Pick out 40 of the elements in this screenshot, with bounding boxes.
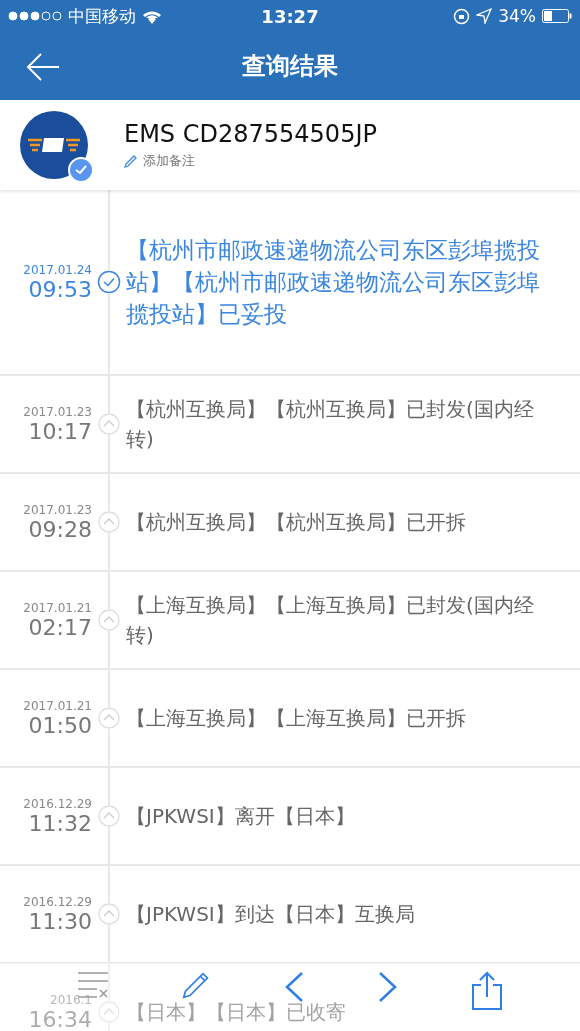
event-time: 11:32 bbox=[28, 810, 92, 836]
location-arrow-icon bbox=[476, 8, 493, 24]
event-time: 09:53 bbox=[28, 276, 92, 302]
event-time: 09:28 bbox=[28, 516, 92, 542]
event-time: 01:50 bbox=[28, 712, 92, 738]
wifi-icon bbox=[142, 8, 162, 24]
event-date: 2017.01.21 bbox=[23, 698, 92, 713]
event-description: 【日本】【日本】已收寄 bbox=[126, 999, 346, 1026]
pencil-icon bbox=[124, 154, 137, 168]
event-time: 11:30 bbox=[28, 908, 92, 934]
previous-button[interactable] bbox=[284, 971, 304, 1003]
event-description: 【杭州互换局】【杭州互换局】已开拆 bbox=[126, 509, 466, 536]
event-description: 【杭州互换局】【杭州互换局】已封发(国内经转) bbox=[126, 396, 535, 453]
next-button[interactable] bbox=[377, 971, 398, 1003]
carrier-name: 中国移动 bbox=[68, 4, 136, 28]
clock-time: 13:27 bbox=[261, 5, 319, 27]
event-description: 【上海互换局】【上海互换局】已开拆 bbox=[126, 705, 466, 732]
battery-percent: 34% bbox=[498, 6, 536, 26]
event-date: 2017.01.24 bbox=[23, 262, 92, 277]
event-time: 16:34 bbox=[28, 1006, 92, 1031]
event-time: 02:17 bbox=[28, 614, 92, 640]
event-description: 【杭州市邮政速递物流公司东区彭埠揽投站】【杭州市邮政速递物流公司东区彭埠揽投站】已妥投 bbox=[126, 235, 541, 330]
event-time: 10:17 bbox=[28, 418, 92, 444]
event-description: 【上海互换局】【上海互换局】已封发(国内经转) bbox=[126, 592, 535, 649]
event-date: 2017.01.23 bbox=[23, 404, 92, 419]
page-title: 查询结果 bbox=[242, 51, 338, 82]
event-date: 2017.01.23 bbox=[23, 502, 92, 517]
signal-icon bbox=[8, 11, 62, 21]
event-date: 2016.12.29 bbox=[23, 796, 92, 811]
tracking-number: EMS CD287554505JP bbox=[124, 120, 377, 148]
event-date: 2016.12.29 bbox=[23, 894, 92, 909]
battery-icon bbox=[542, 9, 572, 23]
add-note-link[interactable]: 添加备注 bbox=[124, 152, 377, 170]
event-date: 2016.1 bbox=[50, 992, 92, 1007]
edit-button[interactable] bbox=[182, 971, 211, 999]
rotation-lock-icon bbox=[453, 7, 471, 25]
event-description: 【JPKWSI】到达【日本】互换局 bbox=[126, 901, 415, 928]
event-description: 【JPKWSI】离开【日本】 bbox=[126, 803, 355, 830]
share-button[interactable] bbox=[471, 971, 504, 1011]
event-date: 2017.01.21 bbox=[23, 600, 92, 615]
